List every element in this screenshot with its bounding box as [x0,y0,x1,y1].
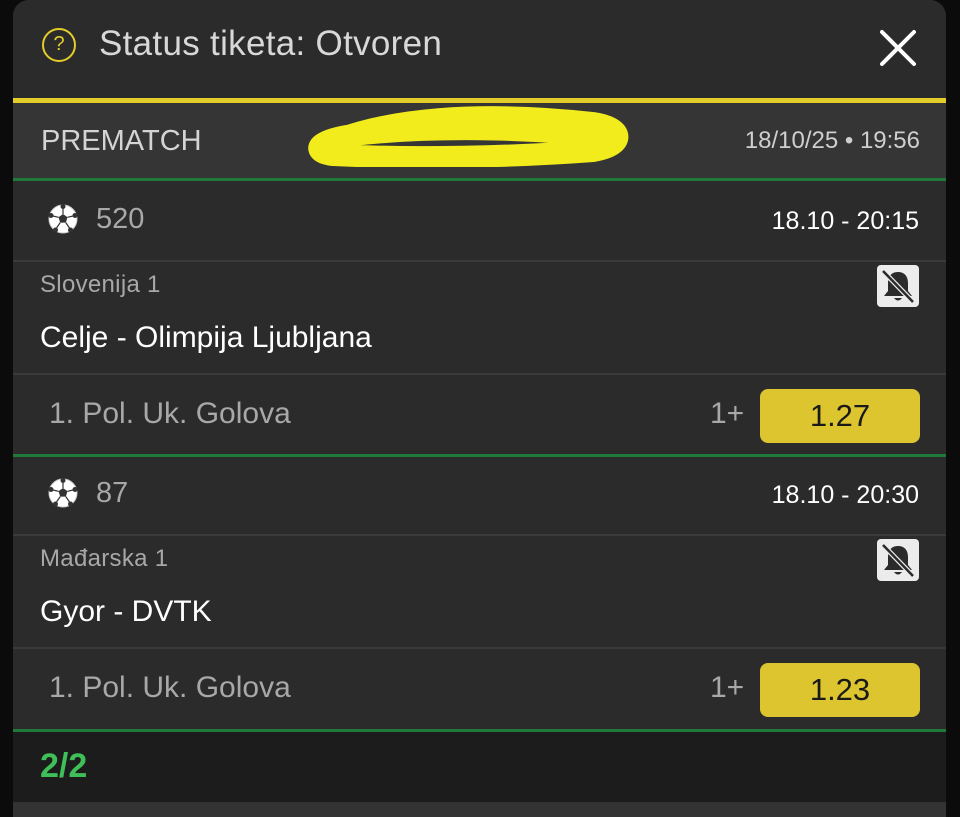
match-name: Gyor - DVTK [40,595,212,628]
redaction-mark [308,106,629,167]
event-time: 18.10 - 20:30 [771,481,919,509]
row-divider [13,647,946,649]
market-name: 1. Pol. Uk. Golova [49,397,291,430]
ticket-type-label: PREMATCH [41,125,202,157]
bell-off-icon[interactable] [877,539,919,581]
ticket-event: 520 18.10 - 20:15 Slovenija 1 Celje - Ol… [13,181,946,454]
bell-off-icon[interactable] [877,265,919,307]
ticket-info-bar: PREMATCH 18/10/25 • 19:56 [13,103,946,178]
row-divider [13,260,946,262]
ticket-created-datetime: 18/10/25 • 19:56 [744,127,920,154]
odds-button[interactable]: 1.27 [760,389,920,443]
pick-label: 1+ [710,671,745,704]
ticket-header: ? Status tiketa: Otvoren [13,0,946,98]
soccer-ball-icon [48,478,78,508]
match-name: Celje - Olimpija Ljubljana [40,321,372,354]
close-icon[interactable] [879,29,917,67]
ticket-status-title: Status tiketa: Otvoren [99,24,443,63]
event-time: 18.10 - 20:15 [771,207,919,235]
odds-button[interactable]: 1.23 [760,663,920,717]
market-name: 1. Pol. Uk. Golova [49,671,291,704]
league-name: Slovenija 1 [40,271,161,298]
help-icon[interactable]: ? [42,28,76,62]
pick-label: 1+ [710,397,745,430]
row-divider [13,534,946,536]
event-code: 87 [96,477,129,509]
ticket-footer: 2/2 [13,732,946,802]
ticket-panel: ? Status tiketa: Otvoren PREMATCH 18/10/… [13,0,946,817]
bottom-strip [13,802,946,817]
event-header: 87 18.10 - 20:30 [13,455,946,534]
soccer-ball-icon [48,204,78,234]
ticket-event: 87 18.10 - 20:30 Mađarska 1 Gyor - DVTK … [13,455,946,728]
league-name: Mađarska 1 [40,545,169,572]
row-divider [13,373,946,375]
event-code: 520 [96,203,145,235]
event-header: 520 18.10 - 20:15 [13,181,946,260]
event-count: 2/2 [40,747,88,785]
